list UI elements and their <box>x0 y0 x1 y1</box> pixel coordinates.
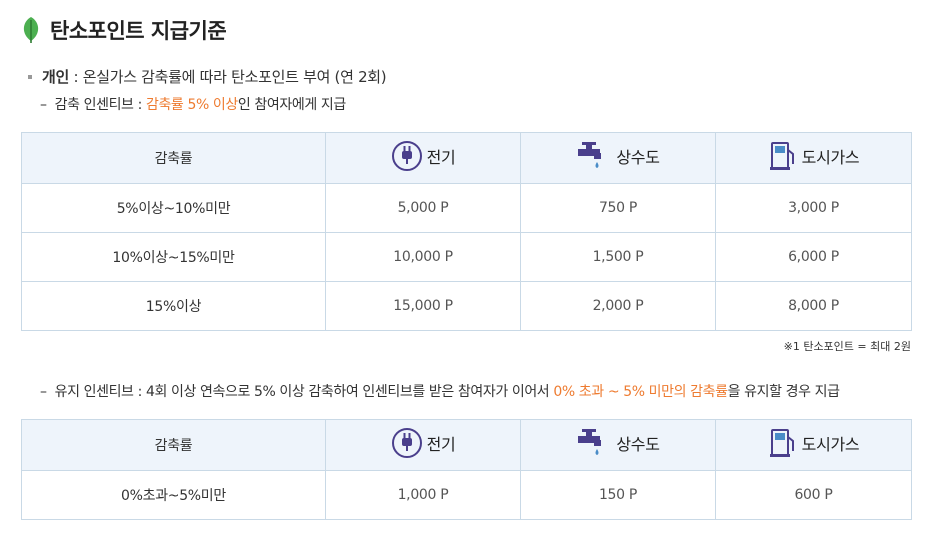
rate-cell: 10%이상~15%미만 <box>21 232 326 282</box>
incentive-suffix: 을 유지할 경우 지급 <box>727 384 840 400</box>
reduction-incentive-line: – 감축 인센티브 : 감축률 5% 이상인 참여자에게 지급 <box>40 94 346 114</box>
electricity-cell: 10,000 P <box>325 232 521 282</box>
table-header-row: 감축률 전기 상수도 도시가스 <box>21 132 912 184</box>
dash: – <box>40 97 47 113</box>
incentive-highlight: 감축률 5% 이상 <box>145 97 238 113</box>
page-title: 탄소포인트 지급기준 <box>50 19 227 43</box>
table-row: 15%이상 15,000 P 2,000 P 8,000 P <box>21 281 912 331</box>
rate-cell: 5%이상~10%미만 <box>21 183 326 233</box>
header-electricity: 전기 <box>325 132 521 184</box>
table-row: 0%초과~5%미만 1,000 P 150 P 600 P <box>21 470 912 520</box>
electricity-cell: 5,000 P <box>325 183 521 233</box>
header-water: 상수도 <box>520 419 716 471</box>
header-reduction-rate: 감축률 <box>21 419 326 471</box>
incentive-highlight: 0% 초과 ~ 5% 미만의 감축률 <box>553 384 728 400</box>
water-cell: 2,000 P <box>520 281 716 331</box>
plug-icon <box>391 428 422 458</box>
maintenance-incentive-line: – 유지 인센티브 : 4회 이상 연속으로 5% 이상 감축하여 인센티브를 받… <box>40 381 840 401</box>
leaf-icon <box>23 17 39 43</box>
bullet-square-icon <box>28 74 32 79</box>
faucet-icon <box>578 429 602 455</box>
gas-cell: 600 P <box>715 470 912 520</box>
electricity-cell: 15,000 P <box>325 281 521 331</box>
header-electricity: 전기 <box>325 419 521 471</box>
bullet-label: 개인 <box>42 68 70 86</box>
water-cell: 150 P <box>520 470 716 520</box>
dash: – <box>40 384 47 400</box>
point-value-note: ※1 탄소포인트 = 최대 2원 <box>783 340 911 353</box>
plug-icon <box>391 141 422 171</box>
page-title-area: 탄소포인트 지급기준 <box>20 14 227 46</box>
water-cell: 1,500 P <box>520 232 716 282</box>
water-cell: 750 P <box>520 183 716 233</box>
rate-cell: 0%초과~5%미만 <box>21 470 326 520</box>
table-row: 10%이상~15%미만 10,000 P 1,500 P 6,000 P <box>21 232 912 282</box>
gas-cell: 3,000 P <box>715 183 912 233</box>
incentive-prefix: 유지 인센티브 : 4회 이상 연속으로 5% 이상 감축하여 인센티브를 받은… <box>54 384 554 400</box>
individual-bullet: 개인 : 온실가스 감축률에 따라 탄소포인트 부여 (연 2회) <box>28 66 387 87</box>
table-row: 5%이상~10%미만 5,000 P 750 P 3,000 P <box>21 183 912 233</box>
faucet-icon <box>578 142 602 168</box>
header-water: 상수도 <box>520 132 716 184</box>
gas-cell: 8,000 P <box>715 281 912 331</box>
rate-cell: 15%이상 <box>21 281 326 331</box>
bullet-text: : 온실가스 감축률에 따라 탄소포인트 부여 (연 2회) <box>69 68 387 86</box>
electricity-cell: 1,000 P <box>325 470 521 520</box>
header-gas: 도시가스 <box>715 132 912 184</box>
table-header-row: 감축률 전기 상수도 도시가스 <box>21 419 912 471</box>
header-gas: 도시가스 <box>715 419 912 471</box>
incentive-prefix: 감축 인센티브 : <box>54 97 146 113</box>
header-reduction-rate: 감축률 <box>21 132 326 184</box>
gas-cell: 6,000 P <box>715 232 912 282</box>
reduction-incentive-table: 감축률 전기 상수도 도시가스 5%이상~10%미만 5,000 P 750 P… <box>21 132 912 331</box>
gas-pump-icon <box>769 142 794 170</box>
maintenance-incentive-table: 감축률 전기 상수도 도시가스 0%초과~5%미만 1,000 P 150 P … <box>21 419 912 520</box>
incentive-suffix: 인 참여자에게 지급 <box>237 97 346 113</box>
gas-pump-icon <box>769 429 794 457</box>
